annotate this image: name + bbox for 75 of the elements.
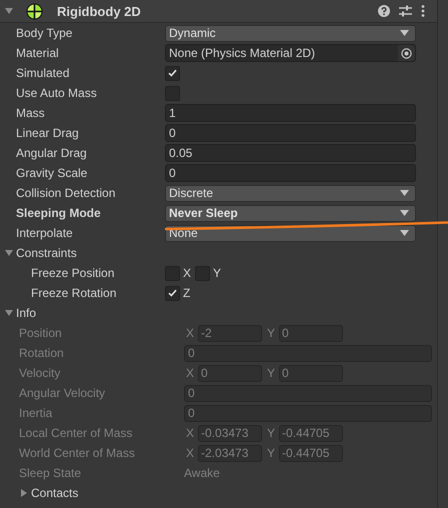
caret-icon xyxy=(400,190,409,196)
axis-label: X xyxy=(186,326,194,340)
rigidbody-icon xyxy=(26,2,43,20)
dropdown[interactable]: Dynamic xyxy=(165,24,416,42)
dropdown-value: None xyxy=(169,226,198,240)
field-label: Sleeping Mode xyxy=(15,206,102,220)
field-label: Mass xyxy=(15,106,46,120)
axis-label: X xyxy=(186,426,194,440)
number-field: -2 xyxy=(198,324,262,342)
field-label: Body Type xyxy=(15,26,74,40)
field-label: Local Center of Mass xyxy=(18,426,134,440)
object-field-value: None (Physics Material 2D) xyxy=(169,46,316,60)
foldout-arrow-icon[interactable] xyxy=(5,7,13,15)
help-icon[interactable] xyxy=(378,5,390,17)
caret-icon xyxy=(400,210,409,216)
field-label: Linear Drag xyxy=(15,126,80,140)
field-label: Freeze Rotation xyxy=(30,286,118,300)
number-field[interactable]: 0.05 xyxy=(165,144,416,162)
checkmark-icon xyxy=(168,289,177,297)
number-field: 0 xyxy=(279,324,344,342)
field-label: Freeze Position xyxy=(30,266,116,280)
checkmark-icon xyxy=(168,69,177,77)
number-field: -0.44705 xyxy=(279,444,344,462)
field-label: Angular Drag xyxy=(15,146,88,160)
settings-icon[interactable] xyxy=(399,5,412,17)
axis-label: Y xyxy=(267,366,276,380)
dropdown[interactable]: Never Sleep xyxy=(165,204,416,222)
dropdown[interactable]: Discrete xyxy=(165,184,416,202)
number-field: -2.03473 xyxy=(198,444,262,462)
field-label: Rotation xyxy=(18,346,65,360)
field-label: Gravity Scale xyxy=(15,166,88,180)
field-label: Velocity xyxy=(18,366,62,380)
caret-icon xyxy=(400,230,409,236)
dropdown-value: Discrete xyxy=(169,186,214,200)
component-title: Rigidbody 2D xyxy=(57,4,142,18)
caret-icon xyxy=(400,30,409,36)
field-label: Position xyxy=(18,326,63,340)
number-field[interactable]: 0 xyxy=(165,124,416,142)
foldout-label[interactable]: Constraints xyxy=(16,246,77,260)
axis-label: Z xyxy=(183,286,190,300)
number-field: 0 xyxy=(184,344,432,362)
axis-label: X xyxy=(186,366,194,380)
object-field[interactable]: None (Physics Material 2D) xyxy=(165,44,416,62)
axis-label: Y xyxy=(267,426,276,440)
field-label: Angular Velocity xyxy=(18,386,106,400)
axis-label: X xyxy=(186,446,194,460)
axis-label: X xyxy=(183,266,192,280)
number-field[interactable]: 0 xyxy=(165,164,416,182)
number-field: 0 xyxy=(184,384,432,402)
checkbox[interactable] xyxy=(165,66,180,80)
field-label: Material xyxy=(15,46,60,60)
dropdown-value: Never Sleep xyxy=(169,206,238,220)
number-field[interactable]: 1 xyxy=(165,104,416,122)
field-label: Simulated xyxy=(15,66,70,80)
field-label: Sleep State xyxy=(18,466,82,480)
dropdown-value: Dynamic xyxy=(169,26,216,40)
sleep-state-value: Awake xyxy=(184,466,220,480)
axis-label: Y xyxy=(267,326,276,340)
object-picker-icon[interactable] xyxy=(401,48,412,58)
axis-label: Y xyxy=(267,446,276,460)
number-field: 0 xyxy=(279,364,344,382)
component-header[interactable]: Rigidbody 2D xyxy=(0,0,437,23)
number-field: 0 xyxy=(198,364,262,382)
foldout-arrow-icon[interactable] xyxy=(5,249,13,257)
axis-label: Y xyxy=(213,266,222,280)
field-label: Collision Detection xyxy=(15,186,116,200)
number-field: -0.03473 xyxy=(198,424,262,442)
field-label: Interpolate xyxy=(15,226,74,240)
field-label: Inertia xyxy=(18,406,54,420)
number-field: 0 xyxy=(184,404,432,422)
number-field: -0.44705 xyxy=(279,424,344,442)
checkbox[interactable] xyxy=(165,286,180,300)
field-label: Use Auto Mass xyxy=(15,86,98,100)
field-label: World Center of Mass xyxy=(18,446,136,460)
more-options-icon[interactable] xyxy=(421,5,425,17)
